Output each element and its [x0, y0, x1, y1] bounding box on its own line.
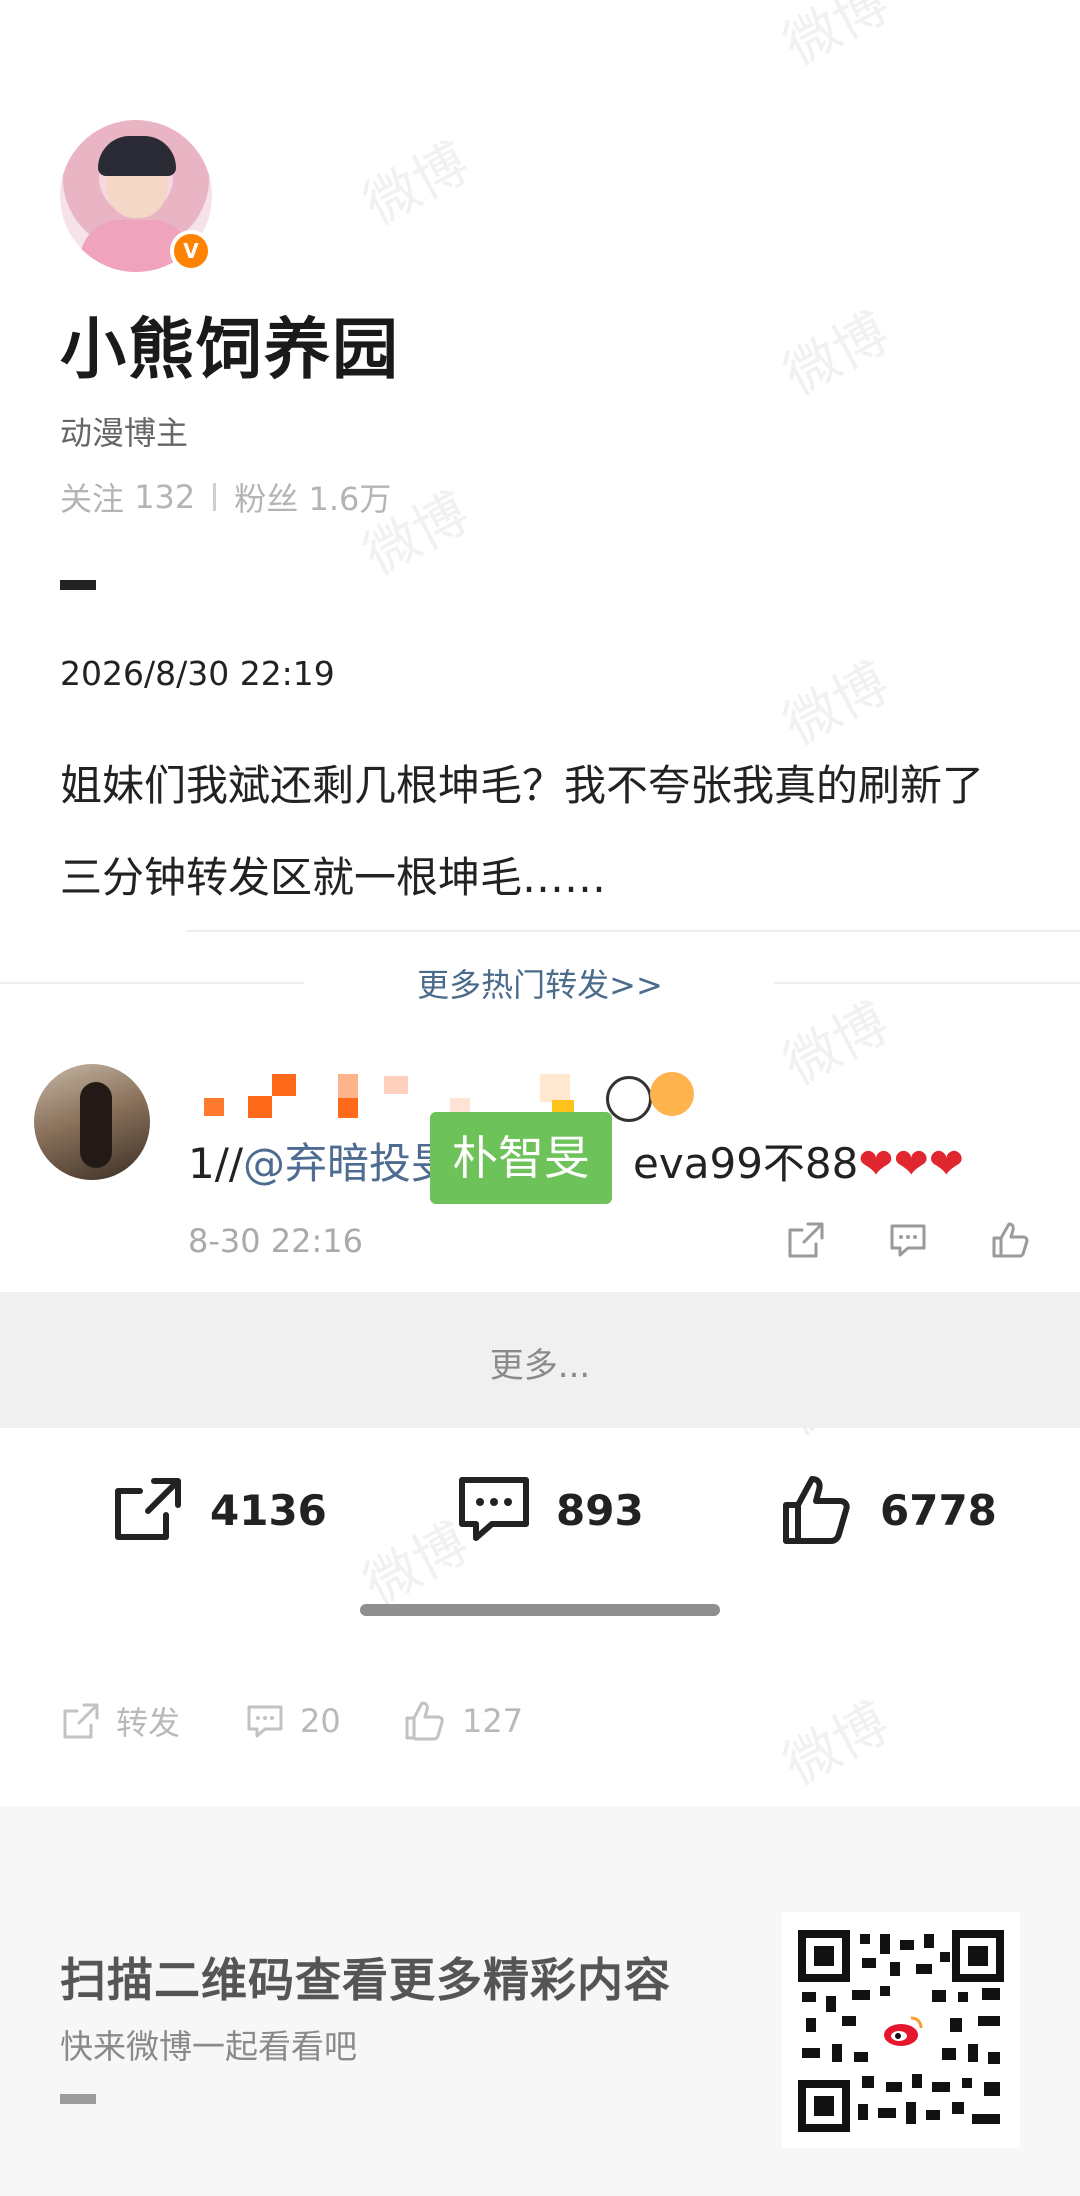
comment-count-button[interactable]: 893	[456, 1470, 644, 1550]
repost-share-icon[interactable]	[784, 1218, 828, 1262]
comment-icon	[459, 1477, 529, 1541]
like-count-button[interactable]: 6778	[780, 1470, 997, 1550]
footer-subtitle: 快来微博一起看看吧	[60, 2027, 357, 2066]
comment-count: 893	[556, 1485, 644, 1535]
repost-comment-icon[interactable]	[886, 1218, 930, 1262]
small-comment-icon	[247, 1705, 283, 1738]
repost-suffix: eva99不88	[633, 1139, 859, 1188]
small-repost-label: 转发	[116, 1704, 181, 1742]
watermark: 微博	[773, 300, 899, 408]
small-comment-button[interactable]: 20	[244, 1696, 341, 1746]
small-share-icon	[63, 1703, 99, 1739]
repost-mention-link[interactable]: @弃暗投旻	[243, 1139, 453, 1188]
footer-title: 扫描二维码查看更多精彩内容	[60, 1953, 671, 2007]
stats-divider	[213, 483, 217, 511]
watermark: 微博	[353, 130, 479, 238]
following-count: 132	[134, 478, 196, 516]
share-icon	[115, 1478, 181, 1540]
post-date: 2026/8/30 22:19	[60, 654, 335, 693]
watermark: 微博	[773, 1690, 899, 1798]
repost-like-icon[interactable]	[988, 1218, 1032, 1262]
small-thumbs-up-icon	[405, 1701, 444, 1741]
panda-emoji-icon	[606, 1076, 652, 1122]
divider	[186, 930, 1080, 932]
name-overlay-tag: 朴智旻	[430, 1112, 612, 1204]
repost-prefix: 1//	[188, 1139, 244, 1188]
small-like-button[interactable]: 127	[402, 1696, 523, 1746]
home-indicator[interactable]	[360, 1604, 720, 1616]
repost-time: 8-30 22:16	[188, 1222, 364, 1260]
fox-emoji-icon	[650, 1072, 694, 1116]
followers-label: 粉丝	[234, 480, 299, 518]
footer-divider-mark	[60, 2094, 96, 2104]
small-repost-button[interactable]: 转发	[60, 1696, 180, 1746]
profile-stats: 关注 132 粉丝 1.6万	[60, 474, 391, 520]
watermark: 微博	[773, 0, 899, 78]
followers-count: 1.6万	[308, 480, 392, 518]
qr-code[interactable]	[782, 1912, 1020, 2148]
section-divider-mark	[60, 580, 96, 590]
more-hot-reposts-link[interactable]: 更多热门转发>>	[0, 960, 1080, 1006]
repost-count: 4136	[210, 1485, 327, 1535]
qr-code-icon	[798, 1930, 1004, 2132]
more-button[interactable]: 更多...	[0, 1338, 1080, 1387]
thumbs-up-icon	[783, 1476, 850, 1544]
verified-badge-icon: V	[170, 230, 212, 272]
small-like-count: 127	[462, 1702, 524, 1740]
profile-role: 动漫博主	[60, 414, 189, 452]
small-comment-count: 20	[300, 1702, 341, 1740]
repost-count-button[interactable]: 4136	[110, 1470, 327, 1550]
post-text: 姐妹们我斌还剩几根坤毛？我不夸张我真的刷新了三分钟转发区就一根坤毛……	[60, 761, 985, 902]
profile-avatar[interactable]: V	[60, 120, 212, 272]
profile-name[interactable]: 小熊饲养园	[60, 296, 400, 392]
following-label: 关注	[60, 480, 125, 518]
like-count: 6778	[880, 1485, 997, 1535]
hearts-emoji: ❤❤❤	[858, 1139, 964, 1188]
repost-user-avatar[interactable]	[34, 1064, 150, 1180]
